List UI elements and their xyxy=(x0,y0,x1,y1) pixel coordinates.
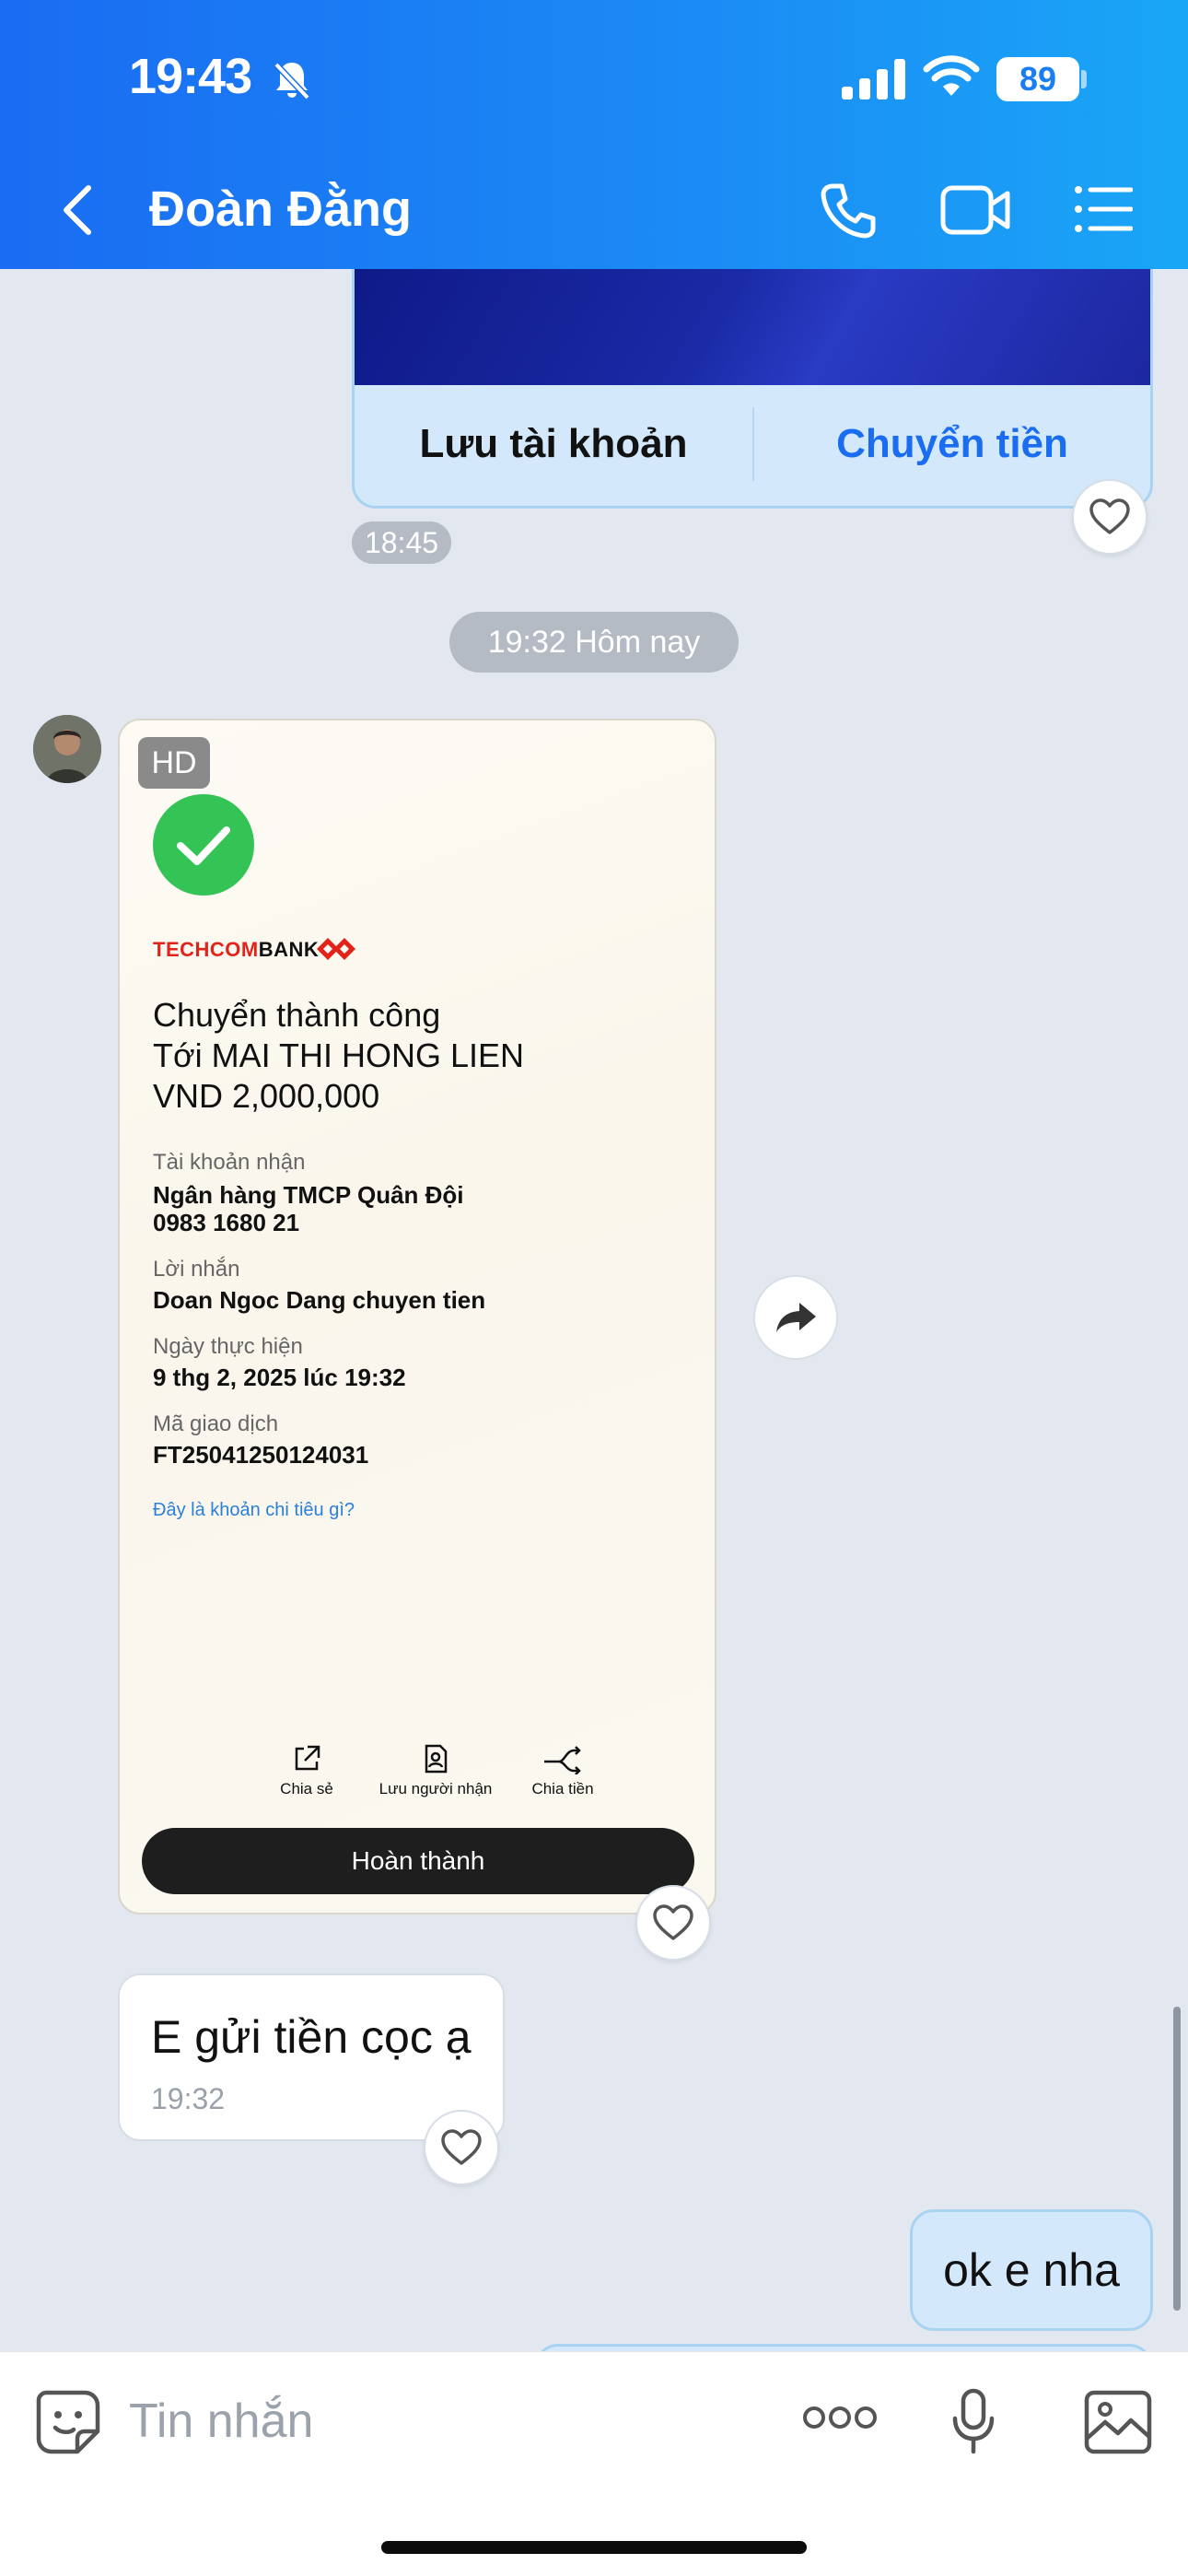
battery-nub xyxy=(1081,70,1087,88)
transfer-amount: VND 2,000,000 xyxy=(153,1077,380,1115)
techcombank-logo: TECHCOMBANK xyxy=(153,938,319,962)
receipt-split-action: Chia tiền xyxy=(512,1743,613,1798)
outgoing-message-bubble[interactable]: ok e nha xyxy=(910,2209,1153,2331)
wifi-icon xyxy=(923,55,980,102)
heart-react-button[interactable] xyxy=(1072,479,1147,555)
contact-card-icon xyxy=(425,1744,448,1774)
message-text: ok e nha xyxy=(943,2244,1120,2296)
bank-account-card[interactable]: Lưu tài khoản Chuyển tiền xyxy=(352,269,1153,509)
heart-react-button[interactable] xyxy=(424,2110,499,2185)
bell-slash-icon xyxy=(273,59,311,106)
scrollbar[interactable] xyxy=(1173,2007,1181,2311)
save-account-button[interactable]: Lưu tài khoản xyxy=(355,385,752,503)
battery-icon: 89 xyxy=(996,57,1079,101)
contact-name[interactable]: Đoàn Đằng xyxy=(149,181,412,238)
video-call-icon[interactable] xyxy=(939,182,1013,242)
split-label: Chia tiền xyxy=(531,1780,594,1797)
avatar[interactable] xyxy=(33,715,101,783)
receiving-account-label: Tài khoản nhận xyxy=(153,1150,306,1175)
receipt-save-recipient-action: Lưu người nhận xyxy=(376,1743,495,1798)
forward-arrow-icon xyxy=(776,1303,816,1332)
logo-text-red: TECHCOM xyxy=(153,938,259,961)
share-label: Chia sẻ xyxy=(280,1780,333,1797)
transfer-status: Chuyển thành công xyxy=(153,996,441,1034)
chat-header: 19:43 89 Đoàn Đằng xyxy=(0,0,1188,269)
share-icon xyxy=(295,1745,320,1771)
receipt-actions: Chia sẻ Lưu người nhận Chia tiền xyxy=(256,1743,606,1817)
microphone-icon[interactable] xyxy=(950,2387,996,2462)
success-check-icon xyxy=(153,794,254,896)
techcombank-mark-icon xyxy=(315,934,357,968)
card-actions: Lưu tài khoản Chuyển tiền xyxy=(355,385,1150,506)
heart-icon xyxy=(441,2129,482,2165)
date-label: Ngày thực hiện xyxy=(153,1334,303,1359)
receipt-share-action: Chia sẻ xyxy=(256,1743,357,1798)
message-value: Doan Ngoc Dang chuyen tien xyxy=(153,1286,486,1314)
image-gallery-icon[interactable] xyxy=(1083,2389,1153,2460)
date-divider: 19:32 Hôm nay xyxy=(449,612,739,673)
emoji-sticker-icon[interactable] xyxy=(33,2387,103,2462)
split-money-icon xyxy=(544,1746,581,1774)
receiving-bank: Ngân hàng TMCP Quân Đội xyxy=(153,1181,464,1209)
home-indicator[interactable] xyxy=(381,2541,807,2554)
status-time: 19:43 xyxy=(129,49,252,104)
message-text: E gửi tiền cọc ạ xyxy=(151,2011,472,2063)
message-time: 18:45 xyxy=(352,521,451,564)
transfer-receipt-image[interactable]: HD TECHCOMBANK Chuyển thành công Tới MAI… xyxy=(118,719,716,1914)
heart-react-button[interactable] xyxy=(635,1885,711,1961)
cellular-signal-icon xyxy=(842,59,906,104)
heart-icon xyxy=(1089,498,1130,534)
back-chevron-icon[interactable] xyxy=(55,181,101,240)
forward-button[interactable] xyxy=(753,1275,838,1360)
phone-icon[interactable] xyxy=(816,179,880,248)
receipt-done-button: Hoàn thành xyxy=(142,1828,694,1894)
receiving-account-number: 0983 1680 21 xyxy=(153,1209,300,1236)
spending-category-link: Đây là khoản chi tiêu gì? xyxy=(153,1500,355,1520)
more-dots-icon[interactable] xyxy=(803,2404,877,2436)
message-time: 19:32 xyxy=(151,2082,226,2115)
save-recipient-label: Lưu người nhận xyxy=(379,1780,493,1797)
transaction-label: Mã giao dịch xyxy=(153,1411,279,1436)
card-banner-image xyxy=(355,269,1150,385)
heart-icon xyxy=(653,1904,693,1940)
hd-badge: HD xyxy=(138,737,210,789)
transfer-recipient: Tới MAI THI HONG LIEN xyxy=(153,1036,524,1074)
message-input[interactable] xyxy=(129,2380,774,2463)
logo-text-black: BANK xyxy=(258,938,320,961)
transaction-value: FT25041250124031 xyxy=(153,1441,369,1469)
list-menu-icon[interactable] xyxy=(1074,184,1134,239)
message-label: Lời nhắn xyxy=(153,1257,240,1282)
date-value: 9 thg 2, 2025 lúc 19:32 xyxy=(153,1364,406,1391)
